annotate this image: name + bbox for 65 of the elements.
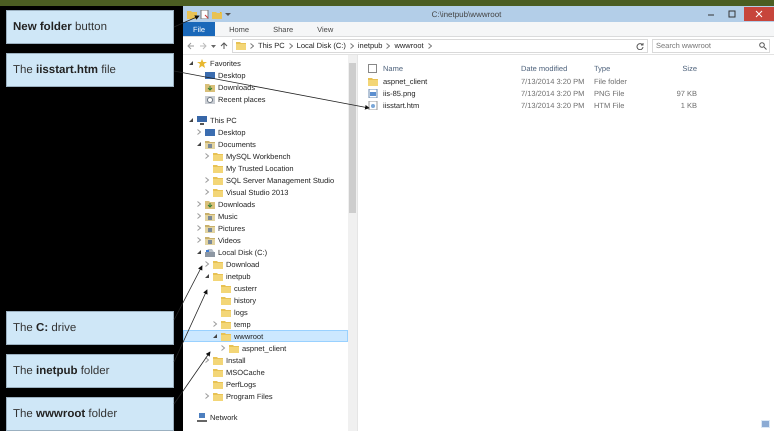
details-view-icon[interactable] [761,420,770,428]
chevron-icon [350,42,354,48]
download-folder-icon [205,82,215,92]
expanded-arrow-icon[interactable] [188,60,194,66]
library-folder-icon [205,236,215,244]
web-file-icon [368,100,378,110]
properties-button[interactable] [200,10,209,18]
image-file-icon [368,88,378,98]
refresh-icon[interactable] [636,42,644,50]
folder-icon [236,41,246,50]
callout-label: The C: drive [13,322,76,334]
callout-label: The wwwroot folder [13,408,118,420]
callout-label: The inetpub folder [13,365,110,377]
expanded-arrow-icon[interactable] [204,273,210,279]
star-icon [197,58,207,68]
leader-line [174,265,202,320]
folder-icon [213,380,223,388]
folder-icon [221,296,231,304]
folder-icon [213,176,223,184]
maximize-icon [728,10,736,18]
folder-icon [221,320,231,328]
desktop-icon [205,70,215,80]
scrollbar[interactable] [348,55,357,431]
folder-icon [221,332,231,340]
expanded-arrow-icon[interactable] [212,333,218,339]
folder-icon-button[interactable] [187,10,197,18]
download-folder-icon [205,200,215,208]
folder-icon [213,392,223,400]
library-folder-icon [205,140,215,148]
library-folder-icon [205,224,215,232]
folder-icon [213,152,223,160]
up-button[interactable] [220,42,228,50]
folder-icon [213,368,223,376]
folder-icon [221,284,231,292]
leader-line [174,15,200,28]
folder-icon [229,344,239,352]
chevron-icon [386,42,390,48]
expanded-arrow-icon[interactable] [196,249,202,255]
window-title: C:\inetpub\wwwroot [430,10,502,18]
expanded-arrow-icon[interactable] [196,141,202,147]
close-icon [755,10,763,18]
chevron-icon [288,42,293,48]
leader-line [174,351,210,404]
callout-label: The iisstart.htm file [13,64,116,76]
desktop-icon [205,128,215,136]
library-folder-icon [205,212,215,220]
drive-icon [205,248,215,256]
close-button[interactable] [744,7,774,21]
expanded-arrow-icon[interactable] [188,117,194,123]
folder-icon [213,356,223,364]
folder-icon [213,164,223,172]
network-icon [197,412,207,422]
folder-icon [368,76,378,86]
dropdown-arrow-icon[interactable] [225,11,231,17]
folder-icon [213,272,223,280]
back-button[interactable] [187,42,195,50]
chevron-icon [250,42,254,48]
computer-icon [197,116,207,124]
folder-icon [213,260,223,268]
folder-icon [221,308,231,316]
chevron-icon [428,42,432,48]
folder-icon [213,188,223,196]
select-all-checkbox[interactable] [368,64,377,72]
search-icon [759,42,767,50]
callout-label: New folder button [13,21,107,33]
